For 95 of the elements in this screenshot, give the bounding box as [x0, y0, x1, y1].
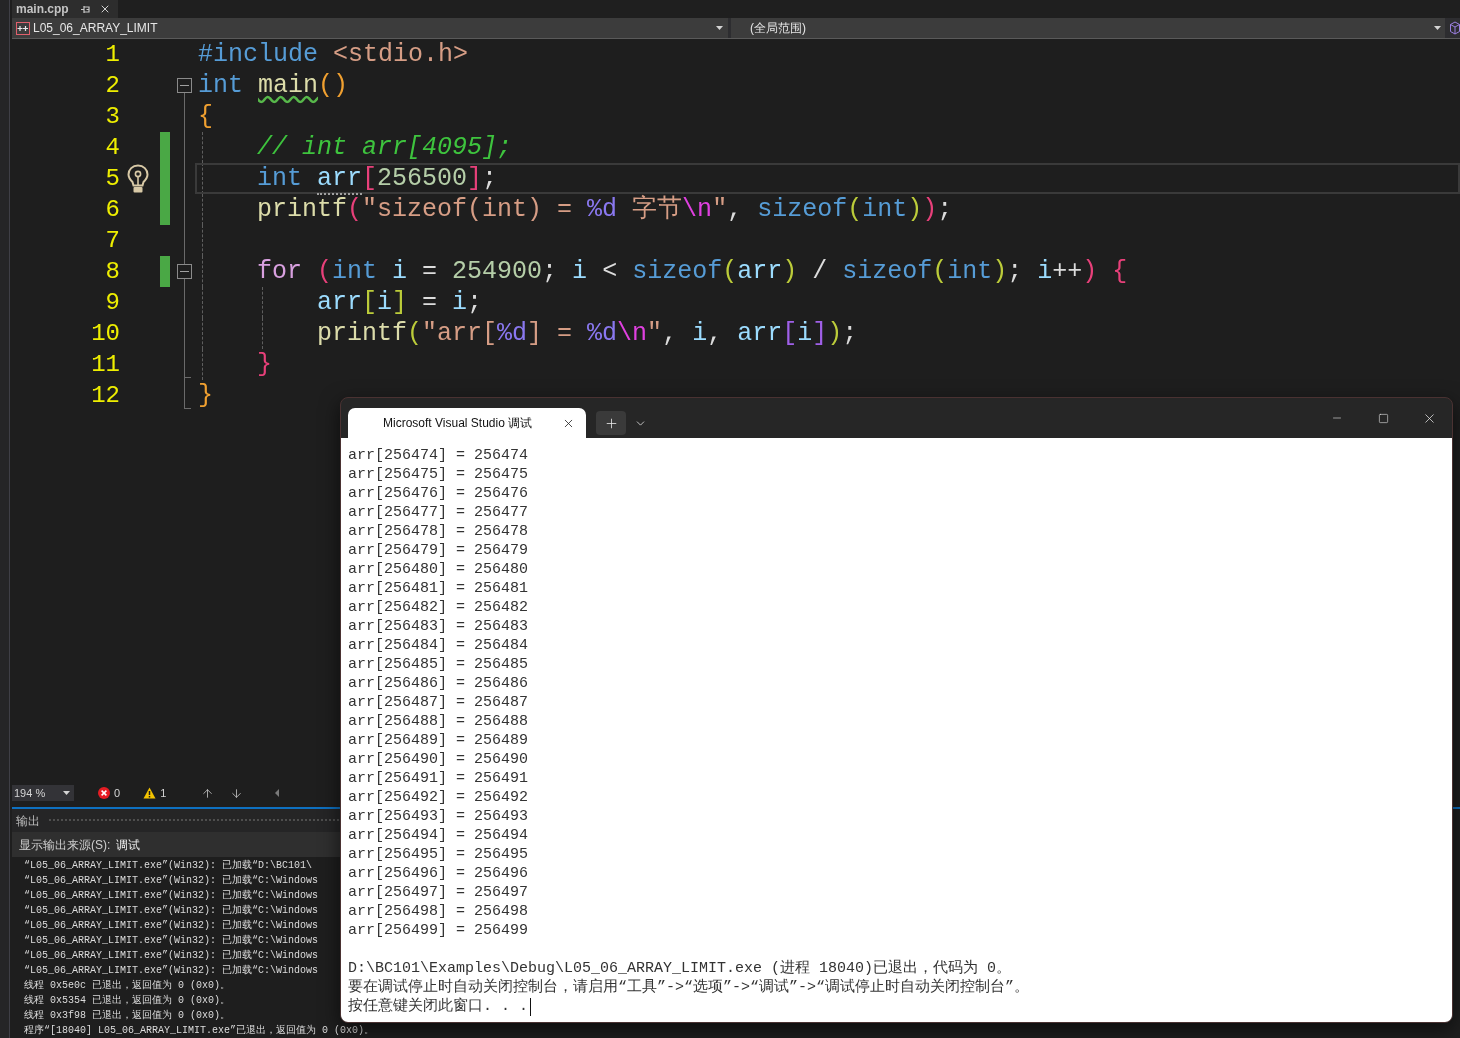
console-message: D:\BC101\Examples\Debug\L05_06_ARRAY_LIMIT.exe (进程 18040)已退出，代码为 0。 [348, 959, 1012, 978]
output-line: “L05_06_ARRAY_LIMIT.exe”(Win32): 已加载“C:\Windows [24, 905, 319, 916]
output-line: 线程 0x5354 已退出，返回值为 0 (0x0)。 [24, 995, 230, 1006]
console-line: arr[256481] = 256481 [348, 580, 529, 597]
output-line: “L05_06_ARRAY_LIMIT.exe”(Win32): 已加载“D:\BC101\ [24, 860, 313, 871]
output-line: “L05_06_ARRAY_LIMIT.exe”(Win32): 已加载“C:\Windows [24, 920, 319, 931]
console-line: arr[256487] = 256487 [348, 694, 529, 711]
line-number: 10 [91, 319, 120, 349]
console-line: arr[256497] = 256497 [348, 884, 529, 901]
zoom-dropdown[interactable]: 194 % [12, 785, 74, 801]
minus-icon [180, 271, 189, 272]
console-line: arr[256476] = 256476 [348, 485, 529, 502]
code-line: int main() [198, 71, 349, 100]
caret-icon [716, 26, 723, 30]
output-line: “L05_06_ARRAY_LIMIT.exe”(Win32): 已加载“C:\Windows [24, 935, 319, 946]
code-line: arr[i] = i; [317, 288, 483, 317]
lightbulb-icon[interactable] [127, 163, 149, 194]
console-message: 按任意键关闭此窗口. . . [348, 997, 528, 1016]
line-number: 7 [105, 226, 120, 256]
output-line: 线程 0x5e0c 已退出，返回值为 0 (0x0)。 [24, 980, 230, 991]
scope-dropdown[interactable]: (全局范围) [731, 18, 1445, 38]
console-line: arr[256496] = 256496 [348, 865, 529, 882]
console-line: arr[256478] = 256478 [348, 523, 529, 540]
line-number: 5 [105, 164, 120, 194]
console-line: arr[256485] = 256485 [348, 656, 529, 673]
output-line: 线程 0x3f98 已退出，返回值为 0 (0x0)。 [24, 1010, 230, 1021]
console-line: arr[256494] = 256494 [348, 827, 529, 844]
console-line: arr[256484] = 256484 [348, 637, 529, 654]
console-line: arr[256482] = 256482 [348, 599, 529, 616]
console-line: arr[256493] = 256493 [348, 808, 529, 825]
console-line: arr[256483] = 256483 [348, 618, 529, 635]
console-tab[interactable]: Microsoft Visual Studio 调试 [348, 408, 586, 438]
console-line: arr[256480] = 256480 [348, 561, 529, 578]
code-line: printf("sizeof(int) = %d 字节\n", sizeof(int)); [257, 195, 953, 224]
console-line: arr[256477] = 256477 [348, 504, 529, 521]
new-tab-button[interactable] [596, 411, 626, 435]
panel-title: 输出 [16, 812, 40, 830]
console-line: arr[256486] = 256486 [348, 675, 529, 692]
line-number: 6 [105, 195, 120, 225]
pin-button[interactable] [80, 3, 92, 15]
output-line: 程序“[18040] L05_06_ARRAY_LIMIT.exe”已退出，返回值为 0 (0x0)。 [24, 1025, 375, 1036]
line-number: 4 [105, 133, 120, 163]
project-dropdown[interactable]: L05_06_ARRAY_LIMIT [12, 18, 728, 38]
line-number: 8 [105, 257, 120, 287]
console-message: 要在调试停止时自动关闭控制台，请启用“工具”->“选项”->“调试”->“调试停止时自动关闭控制台”。 [348, 978, 1030, 997]
code-line: } [257, 350, 272, 379]
error-icon [98, 787, 110, 799]
line-number: 11 [91, 350, 120, 380]
code-line: // int arr[4095]; [257, 133, 513, 162]
console-line: arr[256491] = 256491 [348, 770, 529, 787]
console-line: arr[256474] = 256474 [348, 447, 529, 464]
caret-icon [1434, 26, 1441, 30]
code-line: for (int i = 254900; i < sizeof(arr) / sizeof(int); i++) { [257, 257, 1128, 286]
output-line: “L05_06_ARRAY_LIMIT.exe”(Win32): 已加载“C:\Windows [24, 965, 319, 976]
editor-tab[interactable]: main.cpp [12, 0, 118, 18]
code-line: int arr[256500]; [257, 164, 498, 193]
console-line: arr[256479] = 256479 [348, 542, 529, 559]
maximize-icon [1377, 412, 1389, 424]
code-line: } [198, 381, 213, 410]
console-line: arr[256492] = 256492 [348, 789, 529, 806]
source-label: 显示输出来源(S): [19, 836, 111, 854]
console-line: arr[256499] = 256499 [348, 922, 529, 939]
fold-toggle-button[interactable] [177, 264, 192, 279]
arrow-up-icon [201, 786, 215, 800]
output-line: “L05_06_ARRAY_LIMIT.exe”(Win32): 已加载“C:\Windows [24, 875, 319, 886]
console-line: arr[256488] = 256488 [348, 713, 529, 730]
caret-icon [63, 791, 70, 795]
triangle-left-icon [275, 789, 280, 797]
pin-icon [81, 4, 92, 14]
plus-icon [603, 415, 619, 431]
console-line: arr[256490] = 256490 [348, 751, 529, 768]
console-line: arr[256475] = 256475 [348, 466, 529, 483]
code-line: #include <stdio.h> [198, 40, 469, 69]
line-number: 9 [105, 288, 120, 318]
error-count-button[interactable]: 0 [98, 785, 121, 801]
arrow-down-icon [230, 786, 244, 800]
code-line: { [198, 102, 213, 131]
cube-icon [1450, 21, 1460, 35]
output-line: “L05_06_ARRAY_LIMIT.exe”(Win32): 已加载“C:\Windows [24, 890, 319, 901]
line-number: 3 [105, 102, 120, 132]
console-line: arr[256498] = 256498 [348, 903, 529, 920]
source-dropdown[interactable]: 调试 [116, 835, 141, 854]
minus-icon [180, 85, 189, 86]
project-icon [16, 21, 30, 35]
console-line: arr[256495] = 256495 [348, 846, 529, 863]
console-line: arr[256489] = 256489 [348, 732, 529, 749]
fold-toggle-button[interactable] [177, 78, 192, 93]
line-number: 1 [105, 40, 120, 70]
warning-count-button[interactable]: 1 [143, 785, 167, 801]
line-number: 12 [91, 381, 120, 411]
warning-icon [143, 787, 157, 799]
code-line: printf("arr[%d] = %d\n", i, arr[i]); [317, 319, 858, 348]
line-number: 2 [105, 71, 120, 101]
text-cursor [530, 997, 531, 1016]
output-line: “L05_06_ARRAY_LIMIT.exe”(Win32): 已加载“C:\Windows [24, 950, 319, 961]
